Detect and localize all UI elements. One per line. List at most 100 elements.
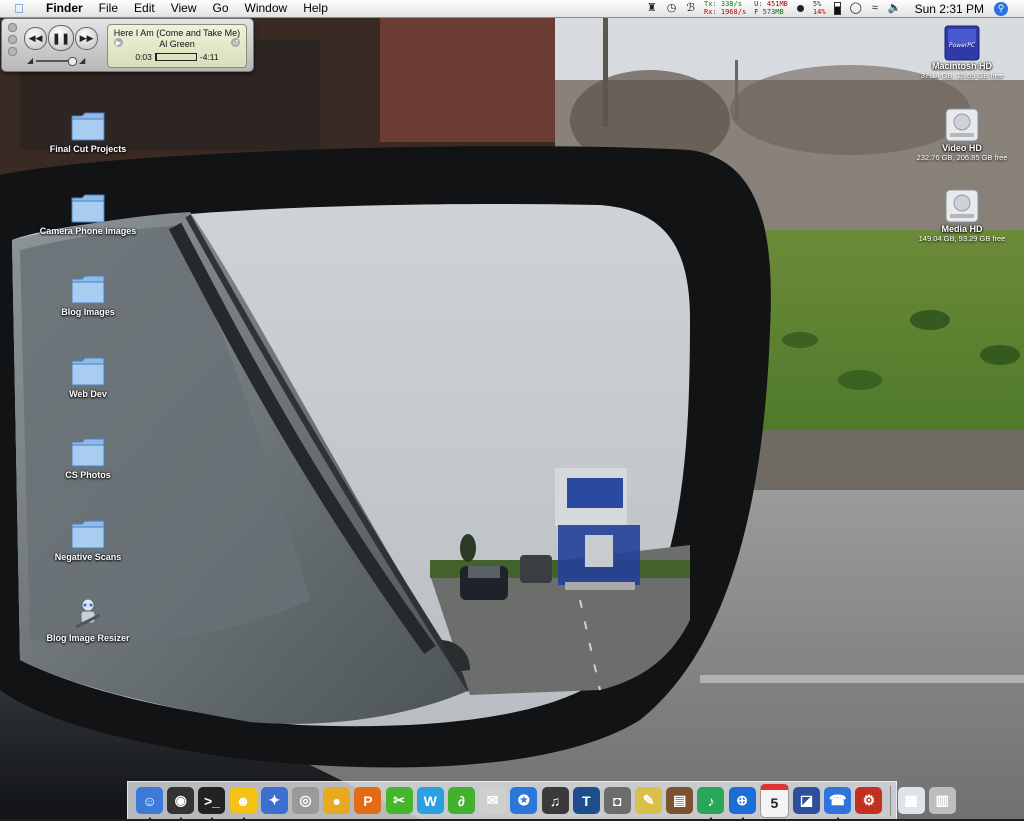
menu-extras: ♜ ◷ ℬ Tx: 338/s Rx: 1968/s U: 451MB F 57… [642, 0, 1024, 17]
pause-icon: ❚❚ [51, 32, 71, 45]
volume-low-icon: ◢ [27, 56, 34, 65]
textedit-icon[interactable]: T [572, 787, 600, 814]
menu-go[interactable]: Go [205, 0, 237, 17]
powerpc-drive-icon: PowerPC [944, 25, 980, 61]
illustrator-icon[interactable]: ✂ [385, 787, 413, 814]
desktop-icon-web-dev[interactable]: Web Dev [28, 353, 148, 399]
terminal-icon[interactable]: >_ [198, 787, 226, 821]
preview-icon[interactable]: ▤ [666, 787, 694, 814]
remaining-time: -4:11 [199, 52, 219, 62]
automator-robot-icon [70, 597, 106, 631]
bluetooth-icon[interactable]: ℬ [686, 0, 695, 17]
volume-high-icon: ◢ [79, 56, 86, 65]
desktop-icon-cs-photos[interactable]: CS Photos [28, 434, 148, 480]
photo-booth-icon[interactable]: ◪ [793, 787, 821, 814]
dock: ☺ ◉ >_ ☻ ✦ ◎ ● P ✂ W ∂ ✉ ✪ ♫ T ◘ ✎ ▤ ♪ ⊕ 5 ◪ ☎ ⚙ ▦ ▥ [127, 781, 956, 821]
user-account-icon[interactable]: ♜ [647, 0, 657, 17]
song-progress-fill [155, 54, 157, 60]
volume-slider[interactable]: ◢ ◢ [27, 56, 86, 66]
powerpc-badge-text: PowerPC [949, 42, 976, 49]
pause-button[interactable]: ❚❚ [48, 25, 74, 51]
running-indicator-icon [178, 817, 185, 821]
window-controls [8, 23, 17, 56]
brush-icon[interactable]: ✎ [635, 787, 663, 814]
hard-drive-icon [944, 107, 980, 142]
itunes-mini-player: ◀◀ ❚❚ ▶▶ ◢ ◢ ▶ ↺ Here I Am (Come and Tak… [1, 18, 254, 72]
dock-separator [889, 785, 891, 816]
safari-icon[interactable]: ⊕ [728, 787, 756, 821]
minimize-window-button[interactable] [8, 35, 17, 44]
desktop-icon-media-hd[interactable]: Media HD 149.04 GB, 93.29 GB free [902, 188, 1022, 243]
song-progress-bar[interactable] [154, 53, 197, 61]
fast-forward-icon: ▶▶ [79, 33, 94, 43]
desktop-icon-video-hd[interactable]: Video HD 232.76 GB, 206.85 GB free [902, 107, 1022, 162]
folder-icon [70, 434, 106, 468]
menu-app-finder[interactable]: Finder [38, 0, 91, 17]
dreamweaver-icon[interactable]: W [416, 787, 444, 814]
desktop-wallpaper [0, 0, 1024, 819]
finder-icon[interactable]: ☺ [136, 787, 164, 821]
volume-icon[interactable]: 🔈 [888, 0, 902, 17]
menu-clock[interactable]: Sun 2:31 PM [915, 2, 984, 16]
elapsed-time: 0:03 [135, 52, 152, 62]
zoom-window-button[interactable] [8, 47, 17, 56]
automator-icon[interactable]: ⚙ [855, 787, 883, 814]
memory-monitor[interactable]: U: 451MB F 573MB [754, 0, 788, 16]
iphoto-camera-icon[interactable]: ◎ [292, 787, 320, 814]
running-indicator-icon [708, 817, 715, 821]
desktop-icon-final-cut-projects[interactable]: Final Cut Projects [28, 108, 148, 154]
menu-window[interactable]: Window [237, 0, 296, 17]
menu-file[interactable]: File [91, 0, 126, 17]
folder-icon [70, 190, 106, 224]
network-monitor[interactable]: Tx: 338/s Rx: 1968/s [704, 0, 746, 16]
running-indicator-icon [209, 817, 216, 821]
running-indicator-icon [240, 817, 247, 821]
rewind-icon: ◀◀ [28, 33, 43, 43]
running-indicator-icon [835, 817, 842, 821]
hard-drive-icon [944, 188, 980, 223]
previous-track-button[interactable]: ◀◀ [24, 27, 47, 50]
menu-help[interactable]: Help [295, 0, 336, 17]
desktop-icon-blog-image-resizer[interactable]: Blog Image Resizer [28, 597, 148, 643]
cyberduck-icon[interactable]: ● [323, 787, 351, 814]
folder-icon [70, 108, 106, 142]
menu-edit[interactable]: Edit [126, 0, 163, 17]
image-capture-icon[interactable]: ◘ [603, 787, 631, 814]
cpu-monitor[interactable]: 5% 14% [813, 0, 826, 16]
folder-icon [70, 353, 106, 387]
song-title: Here I Am (Come and Take Me) [113, 28, 241, 38]
menu-bar:  Finder File Edit View Go Window Help ♜… [0, 0, 1024, 18]
dashboard-icon[interactable]: ◉ [167, 787, 195, 821]
imovie-icon[interactable]: ✦ [260, 787, 288, 814]
close-window-button[interactable] [8, 23, 17, 32]
desktop-icon-camera-phone-images[interactable]: Camera Phone Images [28, 190, 148, 236]
golive-icon[interactable]: ∂ [447, 787, 475, 814]
status-dot-icon [796, 5, 804, 12]
downloads-stack-icon[interactable]: ▦ [897, 787, 925, 814]
wifi-icon[interactable]: ≈ [872, 0, 878, 17]
spotlight-search-icon[interactable]: ⚲ [994, 1, 1008, 16]
ical-icon[interactable]: 5 [759, 783, 789, 818]
photoshop-icon[interactable]: P [354, 787, 382, 814]
menu-view[interactable]: View [163, 0, 205, 17]
now-playing-display[interactable]: ▶ ↺ Here I Am (Come and Take Me) Al Gree… [107, 24, 247, 68]
volume-knob[interactable] [68, 56, 78, 66]
transmit-icon[interactable]: ✉ [479, 787, 507, 814]
adium-icon[interactable]: ☻ [229, 787, 257, 821]
running-indicator-icon [147, 817, 154, 821]
itunes-icon[interactable]: ♪ [697, 787, 725, 821]
next-track-button[interactable]: ▶▶ [75, 27, 98, 50]
running-indicator-icon [739, 817, 746, 821]
trash-icon[interactable]: ▥ [928, 787, 956, 814]
ichat-status-icon[interactable]: ◯ [850, 0, 862, 17]
time-machine-clock-icon[interactable]: ◷ [667, 0, 677, 17]
safari-globe-icon[interactable]: ✪ [510, 787, 538, 814]
battery-icon[interactable] [833, 2, 841, 15]
garageband-icon[interactable]: ♫ [541, 787, 569, 814]
ichat-icon[interactable]: ☎ [824, 787, 852, 821]
apple-menu-icon[interactable]:  [10, 1, 28, 16]
folder-icon [70, 516, 106, 550]
desktop-icon-blog-images[interactable]: Blog Images [28, 271, 148, 317]
desktop-icon-macintosh-hd[interactable]: PowerPC Macintosh HD 37.14 GB, 15.65 GB … [902, 25, 1022, 80]
desktop-icon-negative-scans[interactable]: Negative Scans [28, 516, 148, 562]
